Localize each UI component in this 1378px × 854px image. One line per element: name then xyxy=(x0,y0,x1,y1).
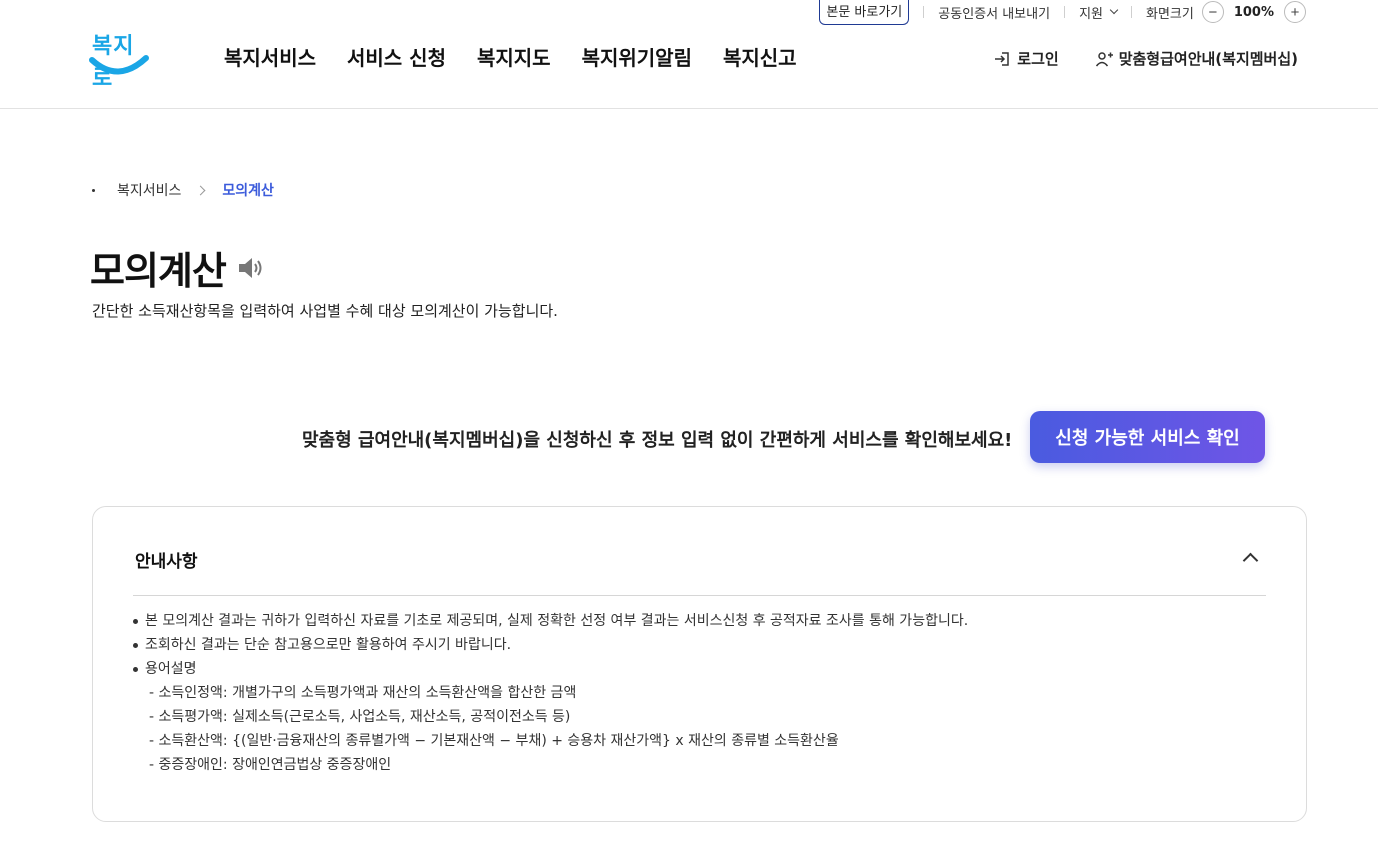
nav-welfare-map[interactable]: 복지지도 xyxy=(477,42,551,71)
chevron-down-icon xyxy=(1109,5,1119,15)
login-label: 로그인 xyxy=(1017,50,1059,68)
nav-welfare-report[interactable]: 복지신고 xyxy=(723,42,797,71)
logo-smile-icon xyxy=(89,55,149,75)
term-item: - 소득환산액: {(일반·금융재산의 종류별가액 − 기본재산액 − 부채) … xyxy=(149,733,839,749)
zoom-in-button[interactable]: + xyxy=(1284,1,1306,23)
site-logo[interactable]: 복지로 xyxy=(88,28,150,91)
check-available-services-button[interactable]: 신청 가능한 서비스 확인 xyxy=(1030,411,1265,463)
nav-crisis-alert[interactable]: 복지위기알림 xyxy=(582,42,692,71)
divider xyxy=(923,6,925,18)
list-item: 용어설명 xyxy=(133,657,968,681)
chevron-right-icon xyxy=(195,185,206,195)
page-title-area: 모의계산 xyxy=(90,240,264,295)
utility-bar: 본문 바로가기 공동인증서 내보내기 지원 화면크기 − 100% + xyxy=(819,0,1306,25)
home-dot-icon xyxy=(92,188,95,192)
membership-label: 맞춤형급여안내(복지멤버십) xyxy=(1118,50,1298,68)
list-item: 조회하신 결과는 단순 참고용으로만 활용하여 주시기 바랍니다. xyxy=(133,633,968,657)
login-icon xyxy=(995,51,1010,66)
term-item: - 소득평가액: 실제소득(근로소득, 사업소득, 재산소득, 공적이전소득 등… xyxy=(149,709,571,725)
zoom-out-button[interactable]: − xyxy=(1201,1,1224,23)
membership-link[interactable]: 맞춤형급여안내(복지멤버십) xyxy=(1095,48,1298,69)
skip-to-content-link[interactable]: 본문 바로가기 xyxy=(819,0,910,25)
term-item: - 중증장애인: 장애인연금법상 중증장애인 xyxy=(149,757,392,773)
speaker-icon[interactable] xyxy=(236,255,264,281)
chevron-up-icon xyxy=(1242,552,1258,568)
notice-list: 본 모의계산 결과는 귀하가 입력하신 자료를 기초로 제공되며, 실제 정확한… xyxy=(133,609,968,777)
screen-size-label: 화면크기 xyxy=(1145,6,1194,22)
breadcrumb-parent[interactable]: 복지서비스 xyxy=(117,180,181,200)
user-add-icon xyxy=(1095,51,1113,66)
membership-cta-text: 맞춤형 급여안내(복지멤버십)을 신청하신 후 정보 입력 없이 간편하게 서비… xyxy=(302,430,1013,451)
nav-service-apply[interactable]: 서비스 신청 xyxy=(347,42,446,71)
login-link[interactable]: 로그인 xyxy=(993,48,1059,69)
main-nav: 복지서비스 서비스 신청 복지지도 복지위기알림 복지신고 xyxy=(224,42,797,71)
notice-panel: 안내사항 본 모의계산 결과는 귀하가 입력하신 자료를 기초로 제공되며, 실… xyxy=(92,506,1307,822)
page-description: 간단한 소득재산항목을 입력하여 사업별 수혜 대상 모의계산이 가능합니다. xyxy=(92,302,558,320)
divider xyxy=(133,595,1266,596)
divider xyxy=(1130,6,1132,18)
page-title: 모의계산 xyxy=(90,249,227,293)
nav-welfare-service[interactable]: 복지서비스 xyxy=(224,42,316,71)
notice-title: 안내사항 xyxy=(135,552,198,572)
cert-export-link[interactable]: 공동인증서 내보내기 xyxy=(938,3,1050,22)
collapse-toggle[interactable] xyxy=(1238,547,1262,568)
list-item: 본 모의계산 결과는 귀하가 입력하신 자료를 기초로 제공되며, 실제 정확한… xyxy=(133,609,968,633)
breadcrumb-current: 모의계산 xyxy=(222,183,274,199)
support-dropdown[interactable]: 지원 xyxy=(1079,3,1119,22)
header-actions: 로그인 맞춤형급여안내(복지멤버십) xyxy=(993,48,1298,69)
zoom-level: 100% xyxy=(1233,4,1274,20)
term-item: - 소득인정액: 개별가구의 소득평가액과 재산의 소득환산액을 합산한 금액 xyxy=(149,685,577,701)
breadcrumb: 복지서비스 모의계산 xyxy=(92,180,274,200)
support-label: 지원 xyxy=(1079,6,1103,22)
divider xyxy=(1064,6,1066,18)
